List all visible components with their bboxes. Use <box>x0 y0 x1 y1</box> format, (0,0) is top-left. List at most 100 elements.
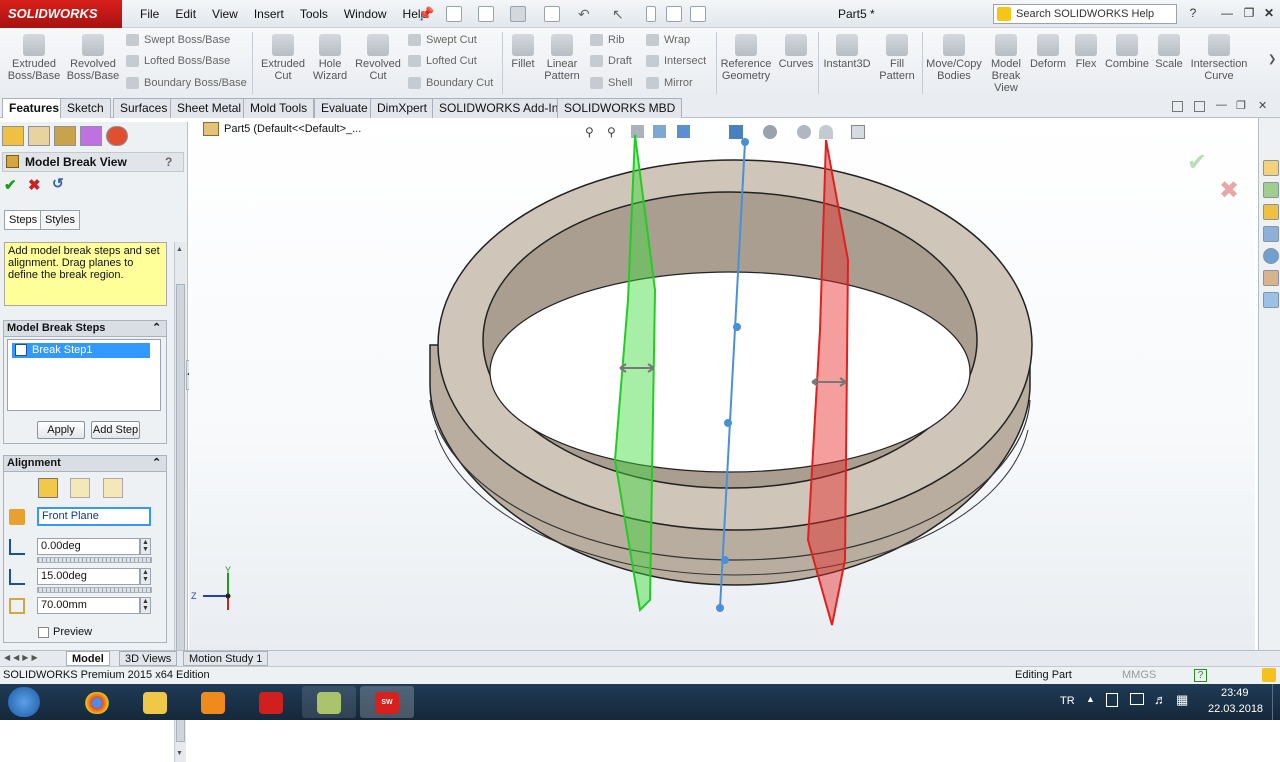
print-icon[interactable] <box>544 6 560 22</box>
tab-3d-views[interactable]: 3D Views <box>119 651 178 666</box>
model-break-view-button[interactable]: Model Break View <box>986 34 1026 94</box>
taskbar-media-player[interactable] <box>186 686 240 718</box>
menu-edit[interactable]: Edit <box>167 7 204 21</box>
file-properties-icon[interactable] <box>666 6 682 22</box>
angle1-slider[interactable] <box>37 557 152 563</box>
undo-icon[interactable]: ↶ <box>578 6 594 22</box>
axis-point[interactable] <box>733 323 741 331</box>
tab-model[interactable]: Model <box>66 651 110 666</box>
add-step-button[interactable]: Add Step <box>91 421 140 439</box>
units-indicator[interactable]: MMGS <box>1122 667 1156 684</box>
file-explorer-icon[interactable] <box>1263 204 1279 220</box>
reference-geometry-button[interactable]: Reference Geometry <box>720 34 772 82</box>
angle1-input[interactable]: 0.00deg <box>37 538 140 555</box>
undo-panel-icon[interactable]: ↺ <box>52 175 64 192</box>
tab-sheet-metal[interactable]: Sheet Metal <box>170 98 249 118</box>
distance-input[interactable]: 70.00mm <box>37 597 140 614</box>
open-icon[interactable] <box>478 6 494 22</box>
alignment-header[interactable]: Alignment ⌃ <box>3 455 167 472</box>
axis-point[interactable] <box>721 556 729 564</box>
collapse-icon[interactable]: ⌃ <box>152 321 161 336</box>
align-angle-icon[interactable] <box>70 478 90 498</box>
close-button[interactable]: ✕ <box>1262 6 1276 20</box>
model-canvas[interactable]: Y Z <box>189 118 1255 650</box>
tab-solidworks-addins[interactable]: SOLIDWORKS Add-Ins <box>432 98 572 118</box>
solidworks-logo[interactable]: SOLIDWORKS <box>0 0 122 28</box>
linear-pattern-button[interactable]: Linear Pattern <box>540 34 584 82</box>
boundary-boss-button[interactable]: Boundary Boss/Base <box>124 74 247 92</box>
save-icon[interactable] <box>510 6 526 22</box>
combine-button[interactable]: Combine <box>1104 34 1150 70</box>
confirm-ok-icon[interactable]: ✔ <box>1187 148 1207 177</box>
tab-surfaces[interactable]: Surfaces <box>113 98 175 118</box>
taskbar-chrome[interactable] <box>70 686 124 718</box>
menu-tools[interactable]: Tools <box>292 7 336 21</box>
plane-field[interactable]: Front Plane <box>37 507 151 526</box>
swept-boss-button[interactable]: Swept Boss/Base <box>124 31 230 49</box>
intersect-button[interactable]: Intersect <box>644 52 706 70</box>
tile-vertical-icon[interactable] <box>1194 101 1205 112</box>
action-center-icon[interactable] <box>1106 693 1118 707</box>
instant3d-button[interactable]: Instant3D <box>822 34 872 70</box>
display-manager-icon[interactable] <box>106 126 128 146</box>
show-hidden-icons[interactable]: ▲ <box>1086 694 1095 704</box>
apply-button[interactable]: Apply <box>37 421 85 439</box>
deform-button[interactable]: Deform <box>1028 34 1068 70</box>
menu-insert[interactable]: Insert <box>246 7 292 21</box>
tab-mold-tools[interactable]: Mold Tools <box>243 98 315 118</box>
tab-styles[interactable]: Styles <box>40 210 80 230</box>
scale-button[interactable]: Scale <box>1154 34 1184 70</box>
tab-features[interactable]: Features <box>2 98 67 118</box>
taskbar-autocad[interactable] <box>244 686 298 718</box>
tab-motion-study[interactable]: Motion Study 1 <box>183 651 269 666</box>
hole-wizard-button[interactable]: Hole Wizard <box>310 34 350 82</box>
angle2-spinner[interactable]: ▲ ▼ <box>140 568 151 585</box>
tab-sketch[interactable]: Sketch <box>60 98 111 118</box>
tab-dimxpert[interactable]: DimXpert <box>370 98 435 118</box>
angle2-slider[interactable] <box>37 587 152 593</box>
options-icon[interactable] <box>690 6 706 22</box>
steps-list[interactable]: Break Step1 <box>7 339 161 411</box>
wrap-button[interactable]: Wrap <box>644 31 690 49</box>
doc-restore-button[interactable]: ❐ <box>1236 99 1246 112</box>
distance-spinner[interactable]: ▲ ▼ <box>140 597 151 614</box>
minimize-button[interactable]: — <box>1220 6 1234 20</box>
feature-manager-icon[interactable] <box>2 126 24 146</box>
new-document-icon[interactable] <box>446 6 462 22</box>
property-manager-icon[interactable] <box>28 126 50 146</box>
custom-properties-icon[interactable] <box>1263 270 1279 286</box>
tile-icon[interactable] <box>1172 101 1183 112</box>
move-copy-bodies-button[interactable]: Move/Copy Bodies <box>926 34 982 82</box>
mirror-button[interactable]: Mirror <box>644 74 693 92</box>
tab-scroll-icon[interactable]: ◀◀▶▶ <box>4 653 41 662</box>
shell-button[interactable]: Shell <box>588 74 632 92</box>
solidworks-forum-icon[interactable] <box>1263 292 1279 308</box>
axis-point[interactable] <box>724 419 732 427</box>
tab-evaluate[interactable]: Evaluate <box>314 98 375 118</box>
tab-solidworks-mbd[interactable]: SOLIDWORKS MBD <box>557 98 683 118</box>
boundary-cut-button[interactable]: Boundary Cut <box>406 74 493 92</box>
menu-window[interactable]: Window <box>336 7 395 21</box>
draft-button[interactable]: Draft <box>588 52 632 70</box>
cancel-x-icon[interactable]: ✖ <box>28 176 41 194</box>
doc-minimize-button[interactable]: — <box>1216 99 1227 111</box>
fillet-button[interactable]: Fillet <box>506 34 540 70</box>
axis-point[interactable] <box>716 604 724 612</box>
doc-close-button[interactable]: ✕ <box>1258 99 1267 112</box>
rib-button[interactable]: Rib <box>588 31 625 49</box>
taskbar-solidworks[interactable]: SW 2015 <box>360 686 414 728</box>
list-item[interactable]: Break Step1 <box>12 343 150 358</box>
flex-button[interactable]: Flex <box>1070 34 1102 70</box>
help-status-icon[interactable]: ? <box>1194 669 1207 682</box>
model-break-steps-header[interactable]: Model Break Steps ⌃ <box>3 320 167 337</box>
revolved-boss-button[interactable]: Revolved Boss/Base <box>66 34 120 82</box>
align-edge-icon[interactable] <box>103 478 123 498</box>
preview-checkbox[interactable] <box>38 627 49 638</box>
extruded-cut-button[interactable]: Extruded Cut <box>256 34 310 82</box>
align-parallel-icon[interactable] <box>38 478 58 498</box>
collapse-icon[interactable]: ⌃ <box>152 456 161 471</box>
menu-view[interactable]: View <box>204 7 246 21</box>
confirm-cancel-icon[interactable]: ✖ <box>1219 176 1239 205</box>
volume-icon[interactable]: ♬ <box>1154 692 1167 707</box>
ok-check-icon[interactable]: ✔ <box>4 176 17 194</box>
